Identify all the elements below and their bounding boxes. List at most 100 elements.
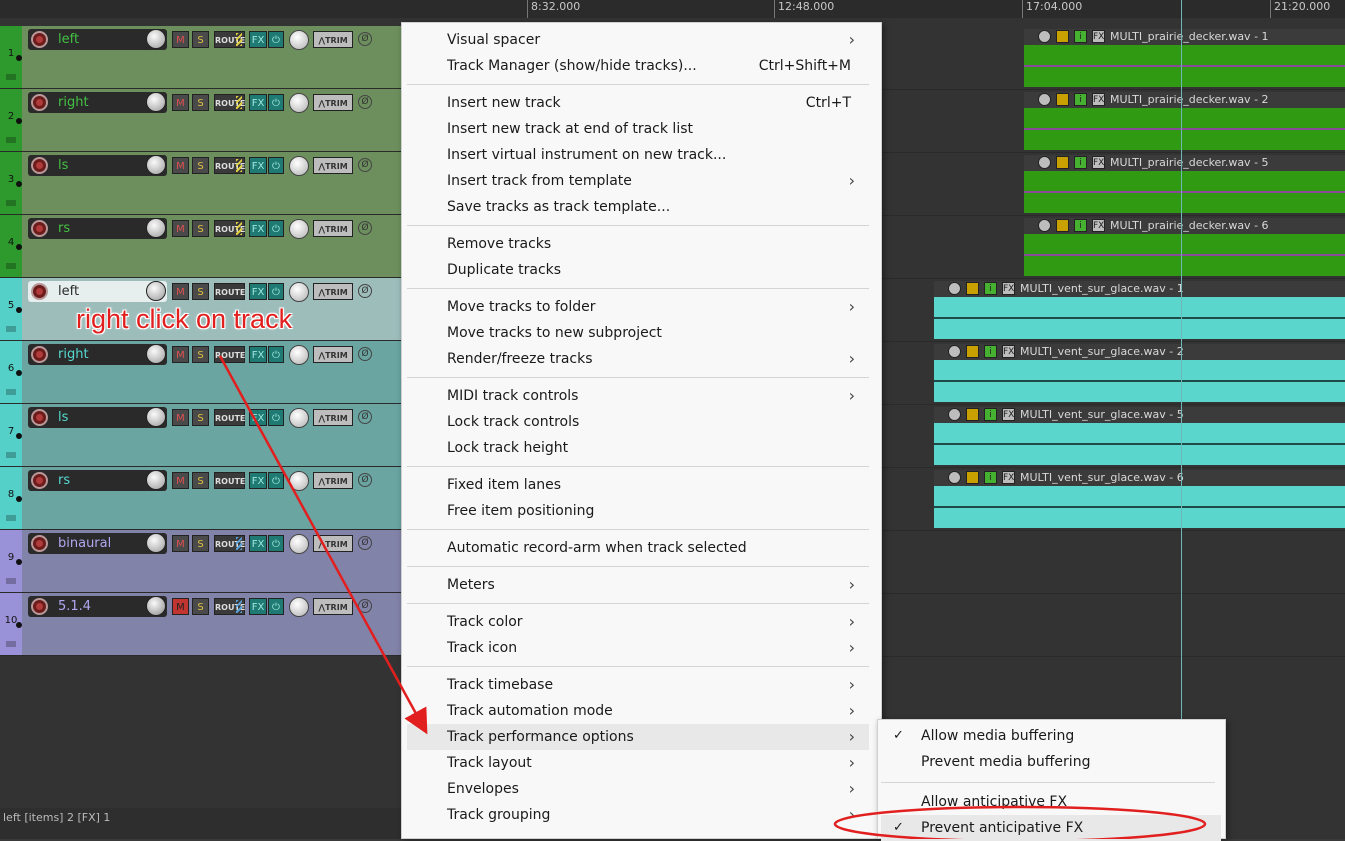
fx-button[interactable]: FX	[249, 157, 267, 174]
media-item[interactable]: i FX MULTI_vent_sur_glace.wav - 5	[934, 407, 1345, 465]
item-fx-icon[interactable]: FX	[1092, 219, 1105, 232]
volume-knob[interactable]	[146, 155, 166, 175]
volume-knob[interactable]	[146, 470, 166, 490]
item-lock-icon[interactable]	[948, 345, 961, 358]
track-control-panel[interactable]: 7 ls M S ROUTE FX ⏻ ⋀TRIM Ø	[0, 404, 402, 467]
fx-button[interactable]: FX	[249, 220, 267, 237]
folder-icon[interactable]	[6, 326, 16, 332]
item-link-icon[interactable]	[966, 345, 979, 358]
item-fx-icon[interactable]: FX	[1002, 471, 1015, 484]
menu-item-duplicate-tracks[interactable]: Duplicate tracks	[407, 257, 869, 283]
item-info-icon[interactable]: i	[1074, 93, 1087, 106]
volume-knob[interactable]	[146, 218, 166, 238]
mute-button[interactable]: M	[172, 598, 189, 615]
menu-item-save-tracks-as-track-template[interactable]: Save tracks as track template...	[407, 194, 869, 220]
fx-button[interactable]: FX	[249, 409, 267, 426]
phase-icon[interactable]: Ø	[358, 347, 372, 361]
fx-bypass-icon[interactable]: ⏻	[268, 346, 284, 363]
item-lock-icon[interactable]	[1038, 30, 1051, 43]
menu-item-track-color[interactable]: Track color ›	[407, 609, 869, 635]
fx-button[interactable]: FX	[249, 94, 267, 111]
route-button[interactable]: ROUTE	[214, 220, 245, 237]
media-item[interactable]: i FX MULTI_prairie_decker.wav - 2	[1024, 92, 1345, 150]
pan-knob[interactable]	[289, 471, 309, 491]
timeline-ruler[interactable]: 8:32.000 12:48.000 17:04.000 21:20.000	[0, 0, 1345, 19]
record-arm-button[interactable]	[31, 31, 48, 48]
fx-bypass-icon[interactable]: ⏻	[268, 409, 284, 426]
pan-knob[interactable]	[289, 408, 309, 428]
pan-knob[interactable]	[289, 345, 309, 365]
fx-bypass-icon[interactable]: ⏻	[268, 535, 284, 552]
track-number-strip[interactable]: 1	[0, 26, 22, 88]
item-info-icon[interactable]: i	[1074, 156, 1087, 169]
route-button[interactable]: ROUTE	[214, 94, 245, 111]
item-fx-icon[interactable]: FX	[1002, 345, 1015, 358]
media-item-header[interactable]: i FX MULTI_vent_sur_glace.wav - 2	[934, 344, 1345, 360]
item-lock-icon[interactable]	[948, 282, 961, 295]
mute-button[interactable]: M	[172, 157, 189, 174]
item-info-icon[interactable]: i	[984, 471, 997, 484]
item-waveform[interactable]	[934, 360, 1345, 402]
route-button[interactable]: ROUTE	[214, 31, 245, 48]
track-name[interactable]: right	[58, 94, 89, 111]
folder-icon[interactable]	[6, 515, 16, 521]
track-name[interactable]: right	[58, 346, 89, 363]
track-number-strip[interactable]: 4	[0, 215, 22, 277]
automation-mode-button[interactable]: ⋀TRIM	[313, 535, 353, 552]
record-arm-button[interactable]	[31, 346, 48, 363]
track-control-panel[interactable]: 3 ls M S ROUTE FX ⏻ ⋀TRIM Ø	[0, 152, 402, 215]
record-arm-button[interactable]	[31, 157, 48, 174]
automation-mode-button[interactable]: ⋀TRIM	[313, 346, 353, 363]
fx-bypass-icon[interactable]: ⏻	[268, 472, 284, 489]
route-button[interactable]: ROUTE	[214, 598, 245, 615]
item-link-icon[interactable]	[1056, 219, 1069, 232]
fx-button[interactable]: FX	[249, 346, 267, 363]
track-name[interactable]: ls	[58, 409, 68, 426]
phase-icon[interactable]: Ø	[358, 284, 372, 298]
folder-icon[interactable]	[6, 452, 16, 458]
item-lock-icon[interactable]	[948, 408, 961, 421]
solo-button[interactable]: S	[192, 157, 209, 174]
automation-mode-button[interactable]: ⋀TRIM	[313, 220, 353, 237]
folder-icon[interactable]	[6, 389, 16, 395]
media-item[interactable]: i FX MULTI_prairie_decker.wav - 1	[1024, 29, 1345, 87]
track-name[interactable]: left	[58, 31, 79, 48]
folder-icon[interactable]	[6, 74, 16, 80]
volume-knob[interactable]	[146, 29, 166, 49]
solo-button[interactable]: S	[192, 220, 209, 237]
record-arm-button[interactable]	[31, 598, 48, 615]
menu-item-render-freeze-tracks[interactable]: Render/freeze tracks ›	[407, 346, 869, 372]
mute-button[interactable]: M	[172, 283, 189, 300]
track-control-panel[interactable]: 9 binaural M S ROUTE FX ⏻ ⋀TRIM Ø	[0, 530, 402, 593]
submenu-item-prevent-anticipative-fx[interactable]: ✓ Prevent anticipative FX	[881, 815, 1221, 841]
solo-button[interactable]: S	[192, 94, 209, 111]
menu-item-midi-track-controls[interactable]: MIDI track controls ›	[407, 383, 869, 409]
pan-knob[interactable]	[289, 156, 309, 176]
item-link-icon[interactable]	[966, 471, 979, 484]
media-item[interactable]: i FX MULTI_vent_sur_glace.wav - 6	[934, 470, 1345, 528]
item-fx-icon[interactable]: FX	[1092, 93, 1105, 106]
menu-item-insert-new-track-at-end-of-track-list[interactable]: Insert new track at end of track list	[407, 116, 869, 142]
menu-item-visual-spacer[interactable]: Visual spacer ›	[407, 27, 869, 53]
pan-knob[interactable]	[289, 30, 309, 50]
record-arm-button[interactable]	[31, 220, 48, 237]
item-waveform[interactable]	[934, 486, 1345, 528]
item-fx-icon[interactable]: FX	[1092, 156, 1105, 169]
folder-icon[interactable]	[6, 578, 16, 584]
folder-icon[interactable]	[6, 641, 16, 647]
media-item[interactable]: i FX MULTI_vent_sur_glace.wav - 1	[934, 281, 1345, 339]
automation-mode-button[interactable]: ⋀TRIM	[313, 31, 353, 48]
track-name[interactable]: rs	[58, 472, 70, 489]
menu-item-free-item-positioning[interactable]: Free item positioning	[407, 498, 869, 524]
automation-mode-button[interactable]: ⋀TRIM	[313, 409, 353, 426]
item-link-icon[interactable]	[1056, 30, 1069, 43]
track-number-strip[interactable]: 6	[0, 341, 22, 403]
item-waveform[interactable]	[1024, 108, 1345, 150]
folder-icon[interactable]	[6, 137, 16, 143]
mute-button[interactable]: M	[172, 346, 189, 363]
volume-knob[interactable]	[146, 92, 166, 112]
pan-knob[interactable]	[289, 282, 309, 302]
track-name[interactable]: left	[58, 283, 79, 300]
item-waveform[interactable]	[1024, 45, 1345, 87]
folder-icon[interactable]	[6, 263, 16, 269]
